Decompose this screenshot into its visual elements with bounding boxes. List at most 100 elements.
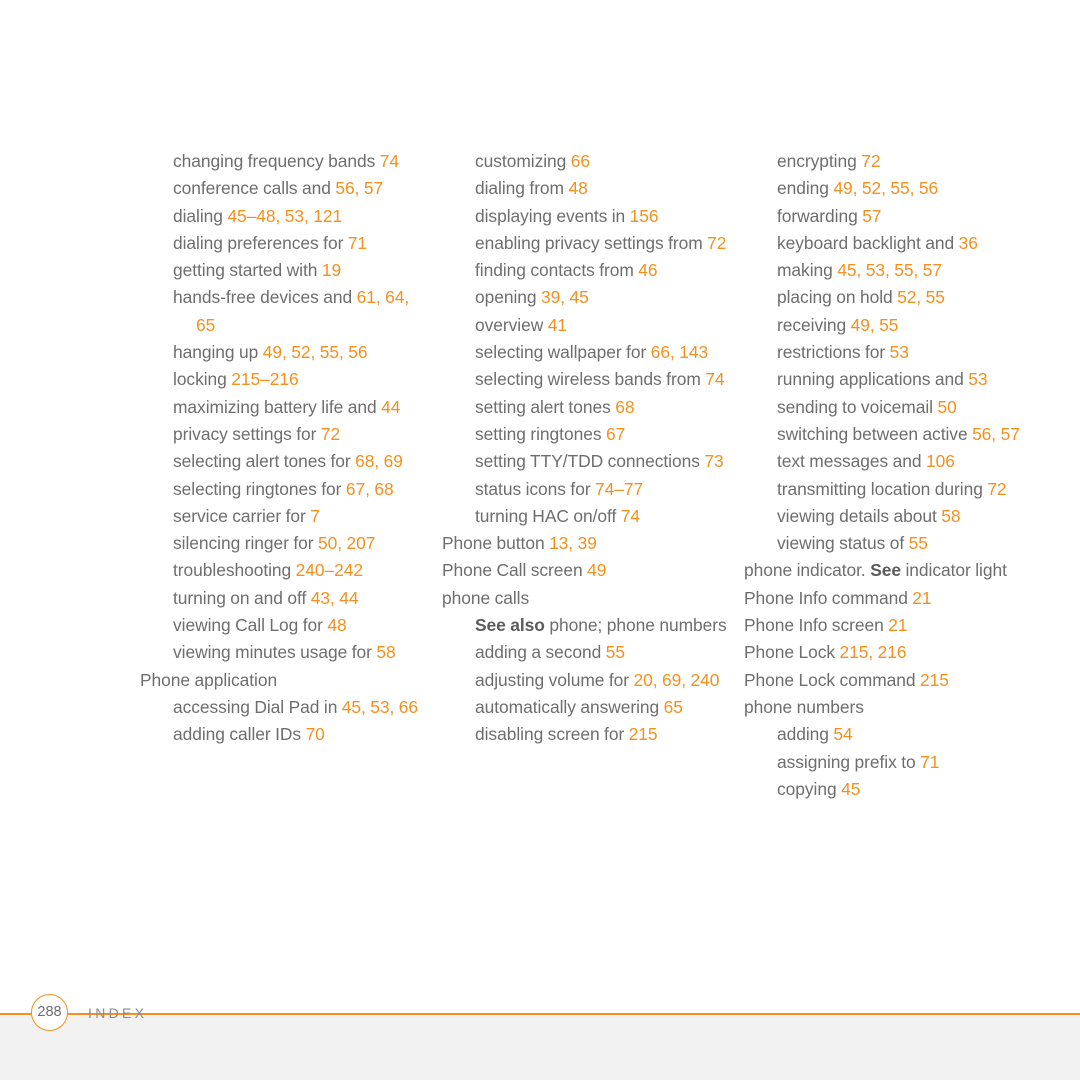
index-entry-label: adjusting volume for — [475, 669, 634, 690]
index-entry: viewing details about 58 — [777, 503, 1034, 530]
index-entry-label: running applications and — [777, 369, 969, 390]
index-entry-label: receiving — [777, 314, 851, 335]
index-entry-label: locking — [173, 369, 232, 390]
index-entry: automatically answering 65 — [475, 694, 732, 721]
index-entry-label: Phone button — [442, 533, 550, 554]
index-page-reference: 66 — [570, 151, 591, 171]
index-entry: sending to voicemail 50 — [777, 394, 1034, 421]
index-entry: displaying events in 156 — [475, 203, 732, 230]
index-entry-label: viewing Call Log for — [173, 615, 328, 636]
index-page-reference: 55 — [605, 642, 626, 663]
index-page-reference: 74 — [620, 505, 640, 526]
page-number: 288 — [37, 1004, 62, 1021]
index-entry: hanging up 49, 52, 55, 56 — [173, 339, 430, 366]
index-entry-label: ending — [777, 178, 834, 199]
index-entry-label: getting started with — [173, 260, 322, 281]
index-entry-label: setting TTY/TDD connections — [475, 451, 705, 472]
index-entry: assigning prefix to 71 — [777, 749, 1034, 776]
index-page-reference: 67 — [605, 423, 626, 444]
index-page-reference: 21 — [912, 587, 932, 608]
index-entry: restrictions for 53 — [777, 339, 1034, 366]
index-page-reference: 48 — [568, 178, 588, 199]
index-page-reference: 215 — [920, 669, 949, 690]
index-page-reference: 74–77 — [595, 478, 644, 499]
index-page-reference: 49 — [587, 560, 607, 581]
index-page-reference: 74 — [705, 369, 725, 390]
index-page-reference: 44 — [381, 396, 401, 417]
index-entry: hands-free devices and 61, 64, 65 — [173, 284, 430, 339]
index-entry: dialing from 48 — [475, 175, 732, 202]
index-entry-label: adding caller IDs — [173, 724, 306, 745]
index-entry: dialing preferences for 71 — [173, 230, 430, 257]
index-page-reference: 36 — [958, 232, 978, 253]
index-entry: silencing ringer for 50, 207 — [173, 530, 430, 557]
index-entry-label: dialing from — [475, 178, 569, 199]
index-entry: setting TTY/TDD connections 73 — [475, 448, 732, 475]
index-page-reference: 215, 216 — [839, 642, 907, 663]
index-page-reference: 55 — [908, 533, 928, 554]
index-entry: accessing Dial Pad in 45, 53, 66 — [173, 694, 430, 721]
index-entry-label: Phone Info screen — [744, 615, 889, 636]
index-page-reference: 67, 68 — [345, 478, 394, 499]
index-page-reference: 215 — [628, 724, 658, 745]
index-page-reference: 49, 55 — [850, 314, 899, 335]
index-entry: Phone Lock 215, 216 — [744, 639, 1034, 666]
index-entry: text messages and 106 — [777, 448, 1034, 475]
index-entry-label: sending to voicemail — [777, 396, 938, 417]
index-entry-label: making — [777, 260, 838, 281]
index-entry: changing frequency bands 74 — [173, 148, 430, 175]
index-entry-label: hanging up — [173, 342, 263, 363]
index-page-reference: 72 — [707, 232, 727, 253]
index-entry: transmitting location during 72 — [777, 476, 1034, 503]
index-entry-label: hands-free devices and — [173, 287, 357, 308]
index-page-reference: 156 — [629, 205, 659, 226]
index-entry: customizing 66 — [475, 148, 732, 175]
index-page-reference: 71 — [347, 232, 368, 253]
index-entry: viewing minutes usage for 58 — [173, 639, 430, 666]
index-column-1: changing frequency bands 74 conference ca… — [140, 148, 430, 749]
index-entry: finding contacts from 46 — [475, 257, 732, 284]
index-entry-label: accessing Dial Pad in — [173, 696, 342, 717]
index-entry-label: keyboard backlight and — [777, 232, 959, 253]
index-entry: setting alert tones 68 — [475, 394, 732, 421]
index-entry: copying 45 — [777, 776, 1034, 803]
index-page-reference: 43, 44 — [310, 587, 359, 608]
index-entry: status icons for 74–77 — [475, 476, 732, 503]
index-entry-label: Phone Lock command — [744, 669, 921, 690]
index-entry: conference calls and 56, 57 — [173, 175, 430, 202]
index-entry: adding a second 55 — [475, 639, 732, 666]
index-entry: selecting ringtones for 67, 68 — [173, 476, 430, 503]
index-page-reference: 49, 52, 55, 56 — [833, 178, 939, 199]
index-entry-label: setting alert tones — [475, 396, 616, 417]
index-entry-label: silencing ringer for — [173, 533, 318, 554]
index-page-reference: 52, 55 — [897, 287, 945, 308]
index-entry-label: automatically answering — [475, 696, 664, 717]
index-page-reference: 45, 53, 66 — [341, 696, 419, 717]
index-entry-label: forwarding — [777, 205, 863, 226]
index-entry: locking 215–216 — [173, 366, 430, 393]
index-entry-label: service carrier for — [173, 505, 311, 526]
page-number-badge: 288 — [31, 994, 68, 1031]
index-entry: selecting wireless bands from 74 — [475, 366, 732, 393]
index-entry-label: adding a second — [475, 642, 606, 663]
index-entry-label: Phone Info command — [744, 587, 913, 608]
index-entry: forwarding 57 — [777, 203, 1034, 230]
index-page-reference: 48 — [327, 615, 347, 636]
index-entry-label: setting ringtones — [475, 423, 606, 444]
index-entry-label: restrictions for — [777, 342, 890, 363]
index-entry-label: Phone Lock — [744, 642, 840, 663]
index-entry-label: dialing — [173, 205, 228, 226]
index-entry-label: viewing details about — [777, 505, 942, 526]
index-page-reference: 68 — [615, 396, 635, 417]
index-entry-label: adding — [777, 724, 834, 745]
index-entry-label: placing on hold — [777, 287, 898, 308]
index-page-reference: 240–242 — [295, 560, 364, 581]
index-entry-label: customizing — [475, 151, 571, 171]
index-entry: turning HAC on/off 74 — [475, 503, 732, 530]
index-entry: selecting alert tones for 68, 69 — [173, 448, 430, 475]
index-page-reference: 72 — [320, 423, 341, 444]
index-entry-label: overview — [475, 314, 548, 335]
index-entry: phone numbers — [744, 694, 1034, 721]
index-entry-label: selecting ringtones for — [173, 478, 346, 499]
index-column-3: encrypting 72 ending 49, 52, 55, 56 forwar… — [744, 148, 1034, 803]
